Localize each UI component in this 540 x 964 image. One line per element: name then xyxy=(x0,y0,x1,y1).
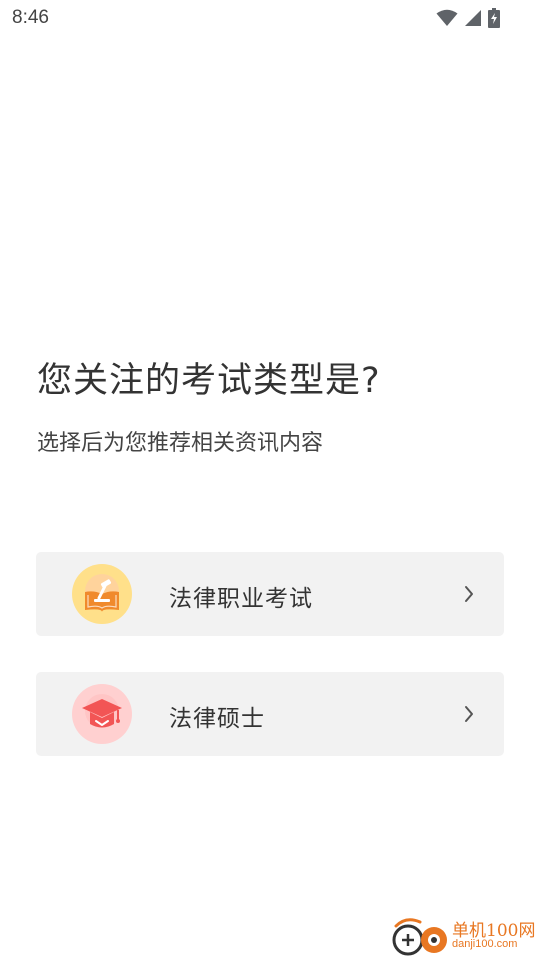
wifi-icon xyxy=(436,9,458,27)
page-title: 您关注的考试类型是? xyxy=(37,361,381,401)
gavel-book-icon xyxy=(72,564,132,624)
option-label: 法律硕士 xyxy=(169,706,265,732)
watermark: 单机100网 danji100.com xyxy=(388,914,540,960)
signal-icon xyxy=(464,9,482,27)
chevron-right-icon xyxy=(464,705,474,723)
status-bar: 8:46 xyxy=(0,0,540,36)
status-time: 8:46 xyxy=(12,7,49,28)
page-subtitle: 选择后为您推荐相关资讯内容 xyxy=(37,431,324,456)
battery-charging-icon xyxy=(488,8,500,28)
watermark-logo-icon xyxy=(388,916,452,960)
watermark-url: danji100.com xyxy=(452,938,518,950)
status-icons xyxy=(436,8,500,28)
option-label: 法律职业考试 xyxy=(169,586,313,612)
option-law-master[interactable]: 法律硕士 xyxy=(36,672,504,756)
chevron-right-icon xyxy=(464,585,474,603)
option-legal-profession-exam[interactable]: 法律职业考试 xyxy=(36,552,504,636)
graduation-cap-icon xyxy=(72,684,132,744)
